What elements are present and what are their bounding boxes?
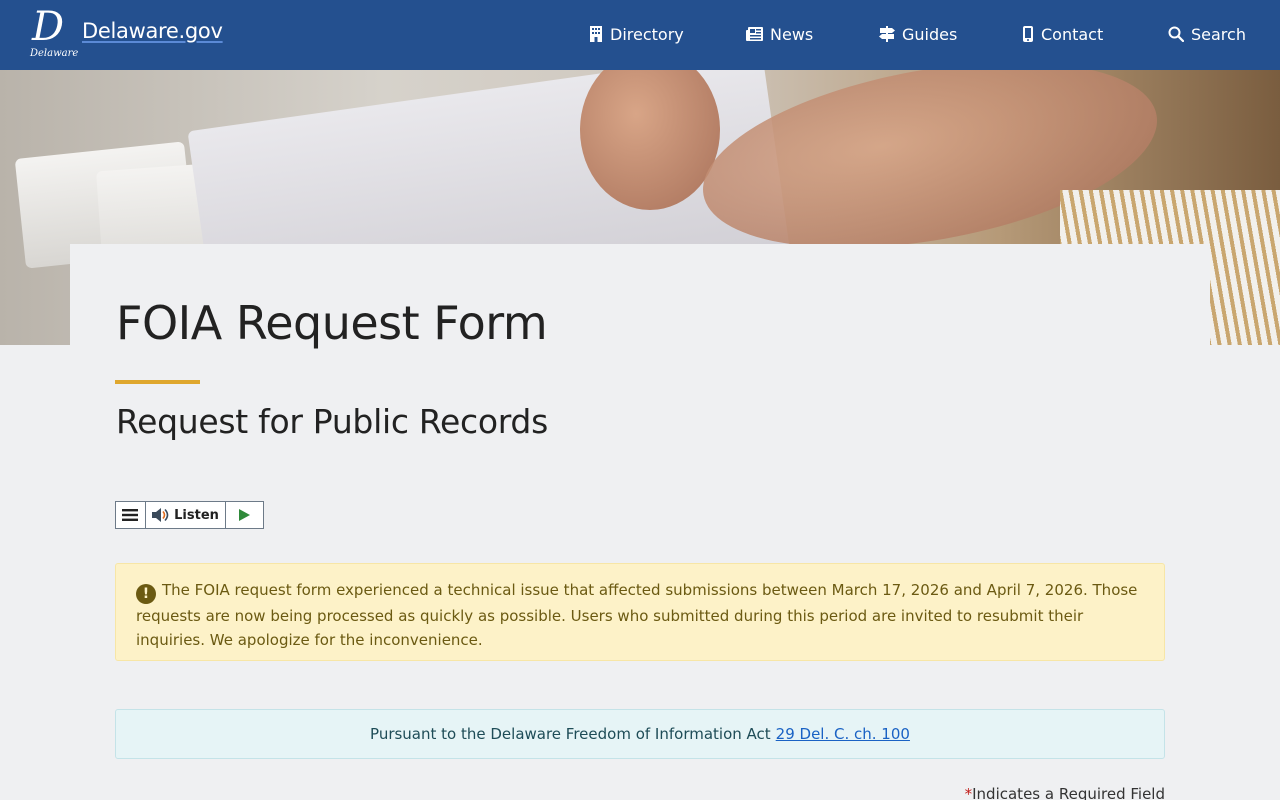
signpost-icon [879,26,895,42]
play-icon [239,509,251,521]
speaker-icon [152,508,169,522]
technical-issue-alert: ! The FOIA request form experienced a tec… [115,563,1165,661]
phone-icon [1023,26,1033,42]
required-note-text: Indicates a Required Field [972,785,1165,800]
building-icon [590,26,602,42]
exclamation-icon: ! [136,584,156,604]
logo-subtext: Delaware [30,48,79,59]
newspaper-icon [746,27,763,41]
listen-play-button[interactable] [226,502,263,528]
delaware-logo[interactable]: D Delaware [30,4,80,60]
nav-news-label: News [770,24,814,44]
nav-directory[interactable]: Directory [589,22,684,46]
nav-contact[interactable]: Contact [1022,22,1103,46]
site-name-link[interactable]: Delaware.gov [82,19,223,43]
statute-link[interactable]: 29 Del. C. ch. 100 [776,725,910,743]
info-text: Pursuant to the Delaware Freedom of Info… [370,725,771,743]
listen-label: Listen [174,507,219,523]
nav-directory-label: Directory [610,24,684,44]
readspeaker-widget: Listen [115,501,264,529]
logo-letter: D [32,4,65,50]
nav-guides[interactable]: Guides [879,22,957,46]
nav-news[interactable]: News [746,22,813,46]
required-field-note: *Indicates a Required Field [965,785,1165,800]
site-header: D Delaware Delaware.gov Directory News G… [0,0,1280,70]
listen-menu-button[interactable] [116,502,146,528]
listen-button[interactable]: Listen [146,502,227,528]
nav-search-label: Search [1191,24,1246,44]
nav-guides-label: Guides [902,24,958,44]
title-accent-rule [115,380,200,384]
required-asterisk: * [964,785,973,800]
menu-icon [122,509,139,521]
foia-info-box: Pursuant to the Delaware Freedom of Info… [115,709,1165,759]
nav-search[interactable]: Search [1168,22,1246,46]
search-icon [1168,26,1184,42]
alert-text: The FOIA request form experienced a tech… [136,581,1138,649]
nav-contact-label: Contact [1041,24,1104,44]
page-title: FOIA Request Form [116,296,548,350]
page-subtitle: Request for Public Records [116,402,548,441]
